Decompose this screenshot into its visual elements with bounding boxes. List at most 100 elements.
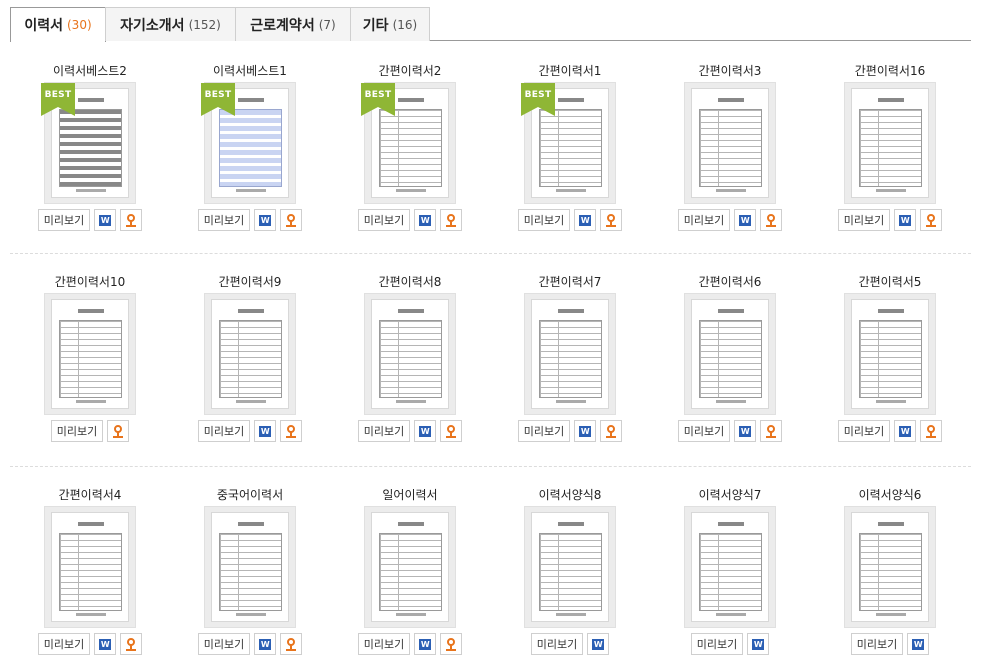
template-title[interactable]: 간편이력서5 [820, 273, 960, 290]
template-thumbnail[interactable] [684, 293, 776, 415]
template-thumbnail[interactable] [684, 506, 776, 628]
template-thumbnail[interactable]: BEST [361, 82, 456, 204]
preview-button[interactable]: 미리보기 [197, 420, 251, 442]
preview-button[interactable]: 미리보기 [517, 209, 571, 231]
preview-button[interactable]: 미리보기 [690, 633, 744, 655]
hwp-download-button[interactable] [760, 420, 783, 442]
template-title[interactable]: 간편이력서9 [180, 273, 320, 290]
template-title[interactable]: 간편이력서3 [660, 62, 800, 79]
preview-button[interactable]: 미리보기 [517, 420, 571, 442]
template-thumbnail[interactable] [44, 506, 136, 628]
template-thumbnail[interactable] [844, 82, 936, 204]
template-thumbnail[interactable]: BEST [521, 82, 616, 204]
preview-button[interactable]: 미리보기 [37, 209, 91, 231]
template-card: 간편이력서10 미리보기 [20, 273, 160, 463]
template-title[interactable]: 간편이력서4 [20, 486, 160, 503]
tab-1[interactable]: 자기소개서 (152) [105, 7, 236, 41]
template-thumbnail[interactable] [684, 82, 776, 204]
word-download-button[interactable]: W [414, 633, 437, 655]
word-download-button[interactable]: W [734, 420, 757, 442]
word-download-button[interactable]: W [894, 420, 917, 442]
preview-button[interactable]: 미리보기 [677, 420, 731, 442]
word-download-button[interactable]: W [254, 420, 277, 442]
hwp-icon-part [446, 224, 457, 227]
word-download-button[interactable]: W [574, 209, 597, 231]
template-title[interactable]: 간편이력서16 [820, 62, 960, 79]
document-line [558, 309, 584, 313]
word-download-button[interactable]: W [574, 420, 597, 442]
template-thumbnail[interactable] [364, 506, 456, 628]
word-download-button[interactable]: W [94, 209, 117, 231]
template-thumbnail[interactable] [844, 293, 936, 415]
template-thumbnail[interactable]: BEST [201, 82, 296, 204]
word-download-button[interactable]: W [254, 633, 277, 655]
template-thumbnail[interactable] [524, 293, 616, 415]
template-title[interactable]: 이력서베스트2 [20, 62, 160, 79]
template-thumbnail[interactable] [204, 293, 296, 415]
preview-button[interactable]: 미리보기 [530, 633, 584, 655]
tab-3[interactable]: 기타 (16) [350, 7, 430, 41]
template-thumbnail[interactable] [204, 506, 296, 628]
tab-0[interactable]: 이력서 (30) [10, 7, 106, 42]
hwp-download-button[interactable] [600, 209, 623, 231]
word-download-button[interactable]: W [587, 633, 610, 655]
word-download-button[interactable]: W [747, 633, 770, 655]
template-thumbnail[interactable] [364, 293, 456, 415]
word-download-button[interactable]: W [414, 420, 437, 442]
template-title[interactable]: 간편이력서7 [500, 273, 640, 290]
word-download-button[interactable]: W [414, 209, 437, 231]
preview-button[interactable]: 미리보기 [37, 633, 91, 655]
template-title[interactable]: 일어이력서 [340, 486, 480, 503]
template-title[interactable]: 이력서양식8 [500, 486, 640, 503]
template-title[interactable]: 이력서베스트1 [180, 62, 320, 79]
hwp-download-button[interactable] [280, 633, 303, 655]
preview-button[interactable]: 미리보기 [50, 420, 104, 442]
preview-button[interactable]: 미리보기 [357, 209, 411, 231]
template-card: 이력서베스트2 BEST 미리보기 W [20, 62, 160, 252]
hwp-download-button[interactable] [920, 209, 943, 231]
word-download-button[interactable]: W [94, 633, 117, 655]
hwp-download-button[interactable] [760, 209, 783, 231]
template-title[interactable]: 중국어이력서 [180, 486, 320, 503]
template-title[interactable]: 간편이력서2 [340, 62, 480, 79]
hwp-download-button[interactable] [440, 209, 463, 231]
hwp-download-button[interactable] [920, 420, 943, 442]
document-preview-image [691, 299, 769, 409]
tab-2[interactable]: 근로계약서 (7) [235, 7, 351, 41]
template-thumbnail[interactable] [44, 293, 136, 415]
template-thumbnail[interactable] [844, 506, 936, 628]
document-line [78, 522, 104, 526]
word-download-button[interactable]: W [894, 209, 917, 231]
hwp-download-button[interactable] [440, 633, 463, 655]
preview-button[interactable]: 미리보기 [357, 420, 411, 442]
hwp-download-button[interactable] [600, 420, 623, 442]
preview-button[interactable]: 미리보기 [677, 209, 731, 231]
template-title[interactable]: 이력서양식7 [660, 486, 800, 503]
template-title[interactable]: 간편이력서1 [500, 62, 640, 79]
preview-button[interactable]: 미리보기 [837, 209, 891, 231]
document-line [379, 533, 442, 611]
preview-button[interactable]: 미리보기 [837, 420, 891, 442]
template-title[interactable]: 간편이력서6 [660, 273, 800, 290]
template-thumbnail[interactable] [524, 506, 616, 628]
hwp-icon [925, 213, 937, 227]
template-title[interactable]: 이력서양식6 [820, 486, 960, 503]
hwp-download-button[interactable] [280, 209, 303, 231]
hwp-download-button[interactable] [440, 420, 463, 442]
preview-button[interactable]: 미리보기 [197, 633, 251, 655]
template-actions: 미리보기 W [660, 633, 800, 655]
word-download-button[interactable]: W [907, 633, 930, 655]
word-download-button[interactable]: W [254, 209, 277, 231]
template-thumbnail[interactable]: BEST [41, 82, 136, 204]
preview-button[interactable]: 미리보기 [197, 209, 251, 231]
hwp-download-button[interactable] [120, 209, 143, 231]
hwp-download-button[interactable] [107, 420, 130, 442]
word-download-button[interactable]: W [734, 209, 757, 231]
template-title[interactable]: 간편이력서8 [340, 273, 480, 290]
preview-button[interactable]: 미리보기 [850, 633, 904, 655]
template-title[interactable]: 간편이력서10 [20, 273, 160, 290]
best-badge: BEST [521, 83, 555, 117]
hwp-download-button[interactable] [120, 633, 143, 655]
hwp-download-button[interactable] [280, 420, 303, 442]
preview-button[interactable]: 미리보기 [357, 633, 411, 655]
